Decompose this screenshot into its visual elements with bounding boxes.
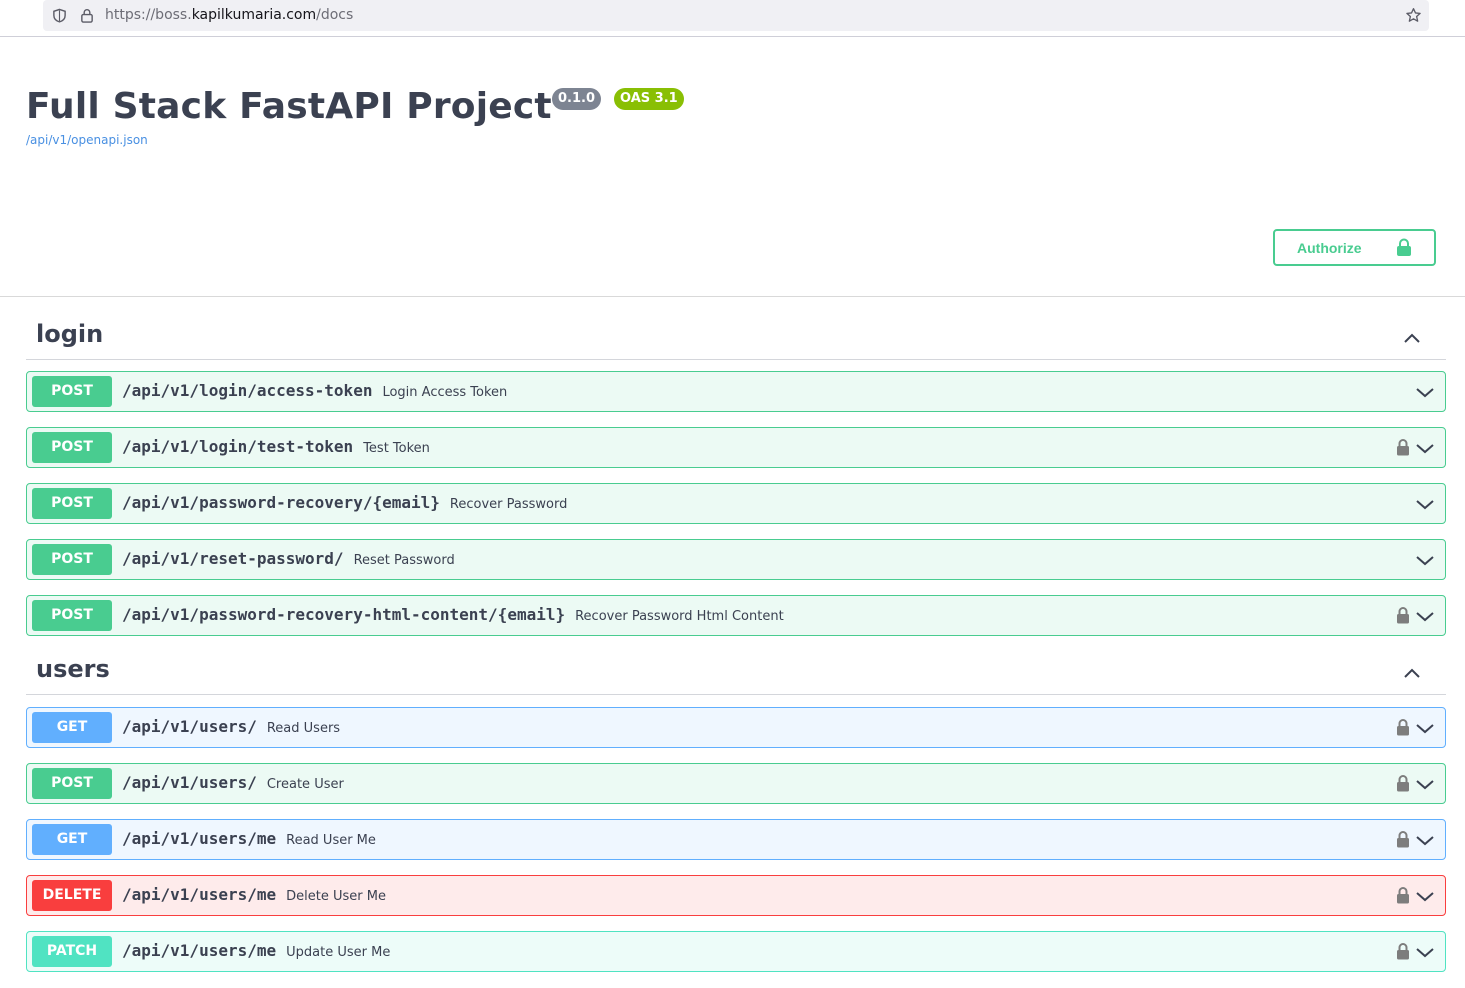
operation-row[interactable]: GET/api/v1/users/me Read User Me (26, 819, 1446, 860)
chevron-down-icon[interactable] (1415, 606, 1435, 626)
operation-path-group: /api/v1/users/me Delete User Me (122, 885, 386, 904)
lock-icon[interactable] (1396, 886, 1410, 904)
chevron-down-icon[interactable] (1415, 942, 1435, 962)
operation-path-group: /api/v1/users/Read Users (122, 717, 340, 736)
url-path: /docs (316, 7, 354, 23)
authorize-label: Authorize (1297, 240, 1362, 256)
operation-path-group: /api/v1/login/test-token Test Token (122, 437, 430, 456)
page-title: Full Stack FastAPI Project (26, 86, 552, 127)
operation-row[interactable]: PATCH/api/v1/users/me Update User Me (26, 931, 1446, 972)
operation-summary: Read Users (266, 721, 341, 736)
method-badge: DELETE (32, 880, 112, 911)
chevron-down-icon[interactable] (1415, 886, 1435, 906)
operation-summary: Recover Password Html Content (575, 609, 784, 624)
operation-path: /api/v1/password-recovery-html-content/{… (122, 605, 566, 624)
operation-row[interactable]: POST/api/v1/login/test-token Test Token (26, 427, 1446, 468)
browser-toolbar: https://boss.kapilkumaria.com/docs (0, 0, 1465, 37)
operation-path-group: /api/v1/users/me Read User Me (122, 829, 376, 848)
lock-icon[interactable] (1396, 830, 1410, 848)
method-badge: POST (32, 432, 112, 463)
operation-summary: Update User Me (286, 945, 391, 960)
method-badge: POST (32, 488, 112, 519)
chevron-down-icon[interactable] (1415, 382, 1435, 402)
operation-summary: Recover Password (449, 497, 568, 512)
operation-path: /api/v1/reset-password/ (122, 549, 344, 568)
operation-path: /api/v1/login/access-token (122, 381, 373, 400)
method-badge: POST (32, 376, 112, 407)
operation-row[interactable]: POST/api/v1/reset-password/Reset Passwor… (26, 539, 1446, 580)
chevron-down-icon[interactable] (1415, 494, 1435, 514)
operation-path: /api/v1/users/ (122, 717, 257, 736)
chevron-down-icon[interactable] (1415, 718, 1435, 738)
operation-row[interactable]: POST/api/v1/users/Create User (26, 763, 1446, 804)
unlocked-icon (1397, 238, 1411, 256)
operation-row[interactable]: POST/api/v1/password-recovery/{email} Rec… (26, 483, 1446, 524)
operation-row[interactable]: GET/api/v1/users/Read Users (26, 707, 1446, 748)
operation-row[interactable]: DELETE/api/v1/users/me Delete User Me (26, 875, 1446, 916)
authorize-button[interactable]: Authorize (1273, 229, 1436, 266)
method-badge: POST (32, 544, 112, 575)
operation-path-group: /api/v1/users/Create User (122, 773, 344, 792)
operation-summary: Test Token (363, 441, 430, 456)
tag-section-login[interactable]: login (26, 320, 1446, 360)
version-badge: 0.1.0 (552, 88, 602, 110)
method-badge: POST (32, 600, 112, 631)
operation-path: /api/v1/users/me (122, 829, 277, 848)
address-bar[interactable]: https://boss.kapilkumaria.com/docs (43, 0, 1429, 31)
openapi-spec-link[interactable]: /api/v1/openapi.json (26, 133, 148, 147)
url-prefix: https://boss. (105, 7, 192, 23)
lock-icon[interactable] (1396, 718, 1410, 736)
tag-name: users (36, 655, 110, 683)
chevron-down-icon[interactable] (1415, 550, 1435, 570)
operation-path-group: /api/v1/password-recovery-html-content/{… (122, 605, 784, 624)
method-badge: POST (32, 768, 112, 799)
method-badge: GET (32, 712, 112, 743)
url-domain: kapilkumaria.com (191, 7, 317, 23)
operation-row[interactable]: POST/api/v1/password-recovery-html-conte… (26, 595, 1446, 636)
operation-path-group: /api/v1/users/me Update User Me (122, 941, 390, 960)
operation-summary: Reset Password (353, 553, 455, 568)
method-badge: PATCH (32, 936, 112, 967)
chevron-down-icon[interactable] (1415, 438, 1435, 458)
method-badge: GET (32, 824, 112, 855)
chevron-up-icon[interactable] (1402, 328, 1422, 348)
lock-icon[interactable] (1396, 438, 1410, 456)
operation-summary: Login Access Token (382, 385, 508, 400)
chevron-up-icon[interactable] (1402, 663, 1422, 683)
lock-icon[interactable] (1396, 942, 1410, 960)
chevron-down-icon[interactable] (1415, 774, 1435, 794)
url-text[interactable]: https://boss.kapilkumaria.com/docs (105, 7, 353, 23)
lock-icon[interactable] (80, 8, 94, 23)
chevron-down-icon[interactable] (1415, 830, 1435, 850)
operation-row[interactable]: POST/api/v1/login/access-token Login Acce… (26, 371, 1446, 412)
lock-icon[interactable] (1396, 606, 1410, 624)
operation-summary: Create User (266, 777, 344, 792)
operation-path-group: /api/v1/login/access-token Login Access T… (122, 381, 507, 400)
operation-path: /api/v1/users/me (122, 885, 277, 904)
bookmark-star-icon[interactable] (1405, 7, 1422, 24)
tag-section-users[interactable]: users (26, 655, 1446, 695)
operation-path-group: /api/v1/reset-password/Reset Password (122, 549, 455, 568)
scheme-divider (0, 296, 1465, 297)
operation-path: /api/v1/users/ (122, 773, 257, 792)
lock-icon[interactable] (1396, 774, 1410, 792)
operation-path: /api/v1/password-recovery/{email} (122, 493, 440, 512)
tag-name: login (36, 320, 104, 348)
operation-summary: Read User Me (286, 833, 376, 848)
operation-path: /api/v1/users/me (122, 941, 277, 960)
operation-path: /api/v1/login/test-token (122, 437, 354, 456)
operation-summary: Delete User Me (286, 889, 386, 904)
operation-path-group: /api/v1/password-recovery/{email} Recover… (122, 493, 567, 512)
shield-icon[interactable] (52, 8, 67, 23)
oas-badge: OAS 3.1 (614, 88, 684, 110)
